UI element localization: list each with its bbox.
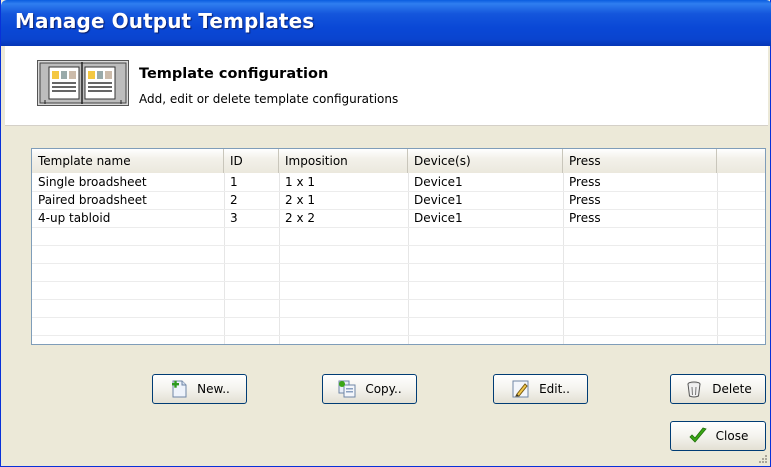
column-header-devices[interactable]: Device(s) <box>408 149 563 173</box>
edit-pencil-icon <box>512 380 529 398</box>
window-title: Manage Output Templates <box>15 9 315 33</box>
resize-grip-icon[interactable] <box>758 454 768 464</box>
row-divider <box>32 245 765 246</box>
cell-devices: Device1 <box>414 193 463 207</box>
dialog-window: Manage Output Templates Template configu… <box>0 0 771 467</box>
new-document-icon <box>172 380 187 398</box>
table-row[interactable]: Paired broadsheet 2 2 x 1 Device1 Press <box>32 192 765 210</box>
cell-imposition: 2 x 2 <box>285 211 315 225</box>
new-button[interactable]: New.. <box>152 374 247 404</box>
column-header-template-name[interactable]: Template name <box>32 149 224 173</box>
checkmark-icon <box>689 427 707 443</box>
template-layout-icon <box>37 60 129 106</box>
cell-devices: Device1 <box>414 175 463 189</box>
templates-table[interactable]: Template name ID Imposition Device(s) Pr… <box>31 148 766 345</box>
row-divider <box>32 263 765 264</box>
cell-id: 1 <box>230 175 238 189</box>
cell-id: 2 <box>230 193 238 207</box>
cell-id: 3 <box>230 211 238 225</box>
cell-template-name: 4-up tabloid <box>38 211 111 225</box>
delete-button[interactable]: Delete <box>670 374 766 404</box>
cell-template-name: Single broadsheet <box>38 175 147 189</box>
header-panel: Template configuration Add, edit or dele… <box>5 46 768 126</box>
column-header-filler <box>717 149 765 173</box>
title-bar[interactable]: Manage Output Templates <box>1 0 771 46</box>
close-button[interactable]: Close <box>670 421 766 451</box>
row-divider <box>32 299 765 300</box>
row-divider <box>32 335 765 336</box>
delete-button-label: Delete <box>712 382 752 396</box>
cell-template-name: Paired broadsheet <box>38 193 147 207</box>
copy-button-label: Copy.. <box>365 382 402 396</box>
cell-press: Press <box>569 211 601 225</box>
trash-can-icon <box>687 381 701 398</box>
copy-button[interactable]: Copy.. <box>322 374 417 404</box>
column-header-imposition[interactable]: Imposition <box>279 149 408 173</box>
new-button-label: New.. <box>197 382 230 396</box>
row-divider <box>32 281 765 282</box>
edit-button-label: Edit.. <box>539 382 570 396</box>
cell-press: Press <box>569 175 601 189</box>
table-row[interactable]: 4-up tabloid 3 2 x 2 Device1 Press <box>32 210 765 228</box>
cell-imposition: 1 x 1 <box>285 175 315 189</box>
header-description: Add, edit or delete template configurati… <box>139 92 399 106</box>
close-button-label: Close <box>715 429 749 443</box>
copy-icon <box>338 380 356 398</box>
cell-imposition: 2 x 1 <box>285 193 315 207</box>
cell-press: Press <box>569 193 601 207</box>
header-title: Template configuration <box>139 66 329 82</box>
table-row[interactable]: Single broadsheet 1 1 x 1 Device1 Press <box>32 174 765 192</box>
column-header-press[interactable]: Press <box>563 149 717 173</box>
row-divider <box>32 317 765 318</box>
column-header-id[interactable]: ID <box>224 149 279 173</box>
edit-button[interactable]: Edit.. <box>493 374 588 404</box>
table-header: Template name ID Imposition Device(s) Pr… <box>32 149 765 173</box>
cell-devices: Device1 <box>414 211 463 225</box>
